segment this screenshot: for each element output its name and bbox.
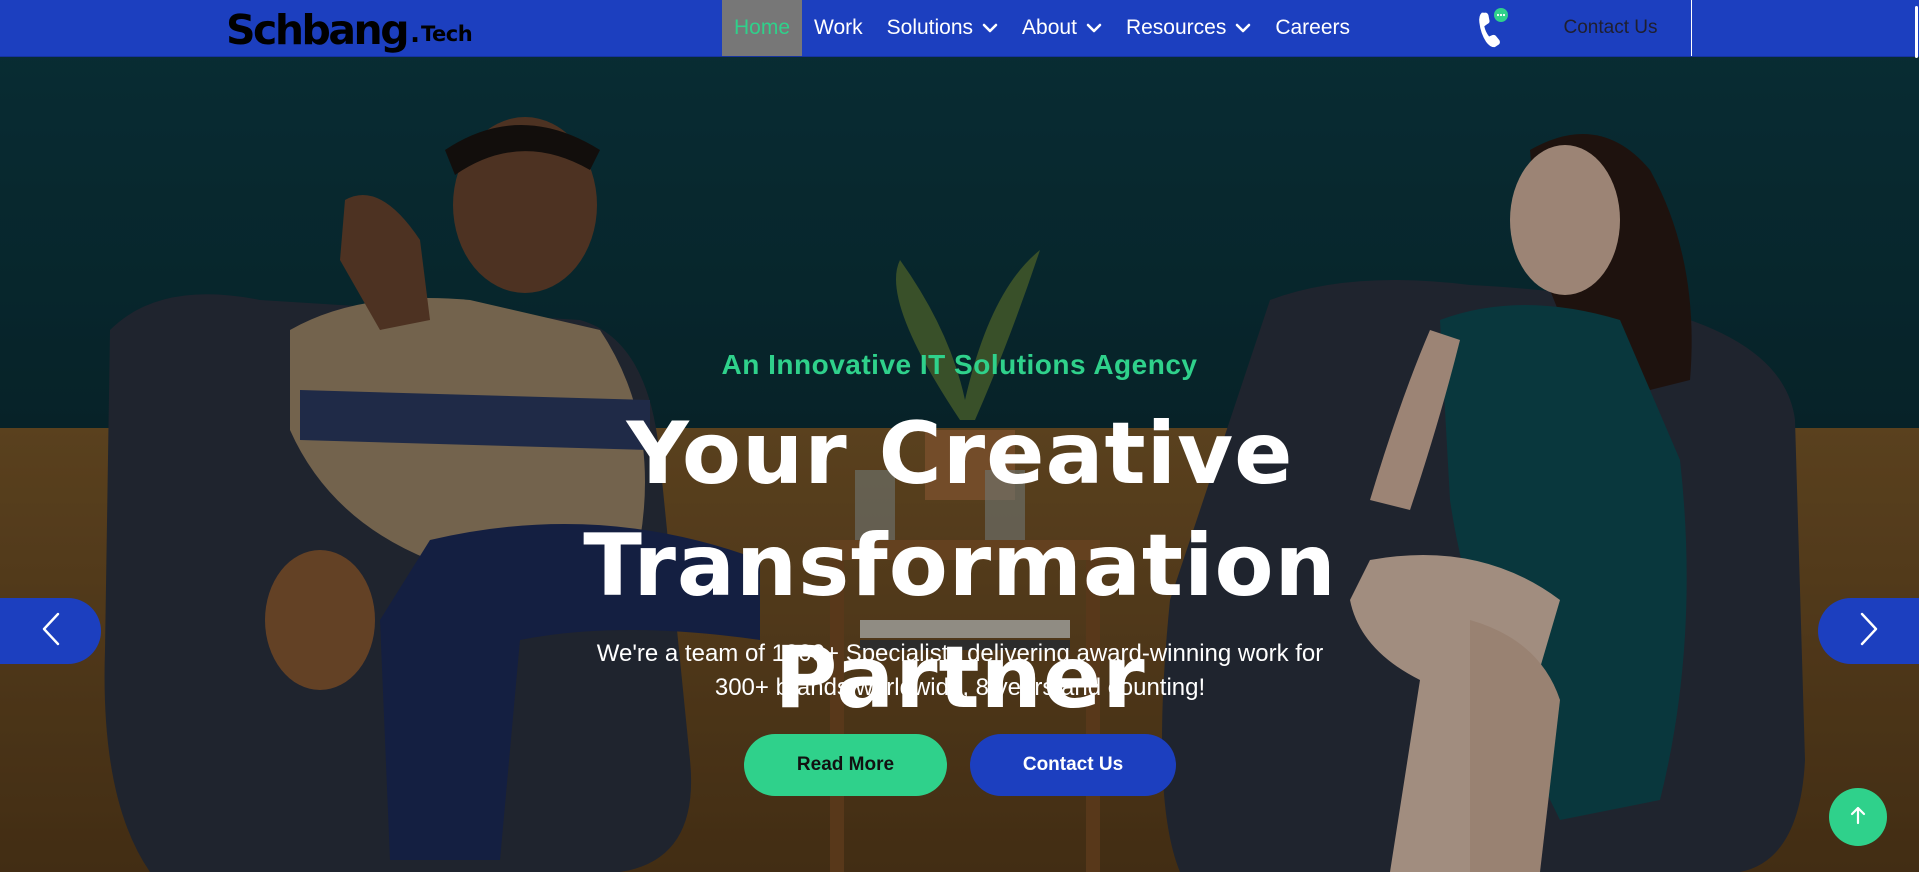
nav-contact-link[interactable]: Contact Us bbox=[1530, 0, 1692, 56]
scrollbar-thumb[interactable] bbox=[1915, 6, 1918, 58]
nav-contact-label: Contact Us bbox=[1563, 17, 1658, 38]
chevron-down-icon bbox=[1086, 23, 1102, 33]
slider-next-button[interactable] bbox=[1818, 598, 1919, 664]
nav-item-label: Home bbox=[734, 16, 791, 39]
nav-item-label: Solutions bbox=[886, 16, 974, 39]
top-navbar: Schbang . Tech Home Work Solutions About… bbox=[0, 0, 1919, 57]
read-more-button[interactable]: Read More bbox=[744, 734, 947, 796]
nav-item-careers[interactable]: Careers bbox=[1263, 0, 1362, 56]
chevron-left-icon bbox=[41, 612, 61, 651]
hero-description-line1: We're a team of 1000+ Specialists delive… bbox=[596, 640, 1324, 667]
hero-description: We're a team of 1000+ Specialists delive… bbox=[560, 637, 1360, 705]
nav-item-solutions[interactable]: Solutions bbox=[875, 0, 1010, 56]
nav-item-label: Careers bbox=[1275, 16, 1351, 39]
hero-subtitle: An Innovative IT Solutions Agency bbox=[721, 349, 1198, 380]
hero-headline-line1: Your Creative Transformation bbox=[583, 404, 1337, 616]
nav-item-home[interactable]: Home bbox=[722, 0, 803, 56]
nav-item-label: About bbox=[1022, 16, 1077, 39]
chevron-right-icon bbox=[1859, 612, 1879, 651]
brand-name-suffix: Tech bbox=[420, 22, 473, 46]
phone-chat-icon[interactable] bbox=[1467, 6, 1511, 48]
contact-us-button[interactable]: Contact Us bbox=[970, 734, 1176, 796]
main-nav: Home Work Solutions About Resources Care… bbox=[722, 0, 1362, 56]
nav-item-label: Work bbox=[814, 16, 863, 39]
chevron-down-icon bbox=[1235, 23, 1251, 33]
nav-item-work[interactable]: Work bbox=[802, 0, 875, 56]
brand-logo[interactable]: Schbang . Tech bbox=[226, 2, 473, 54]
nav-item-resources[interactable]: Resources bbox=[1114, 0, 1263, 56]
chevron-down-icon bbox=[982, 23, 998, 33]
brand-name-main: Schbang bbox=[226, 6, 410, 54]
slider-prev-button[interactable] bbox=[0, 598, 101, 664]
brand-name-dot: . bbox=[410, 19, 420, 49]
hero-description-line2: 300+ brands worldwide, 8 years and count… bbox=[714, 674, 1206, 701]
arrow-up-icon bbox=[1849, 805, 1867, 830]
scroll-to-top-button[interactable] bbox=[1829, 788, 1887, 846]
nav-item-label: Resources bbox=[1125, 16, 1227, 39]
nav-item-about[interactable]: About bbox=[1010, 0, 1114, 56]
page-scrollbar[interactable] bbox=[1914, 0, 1919, 872]
